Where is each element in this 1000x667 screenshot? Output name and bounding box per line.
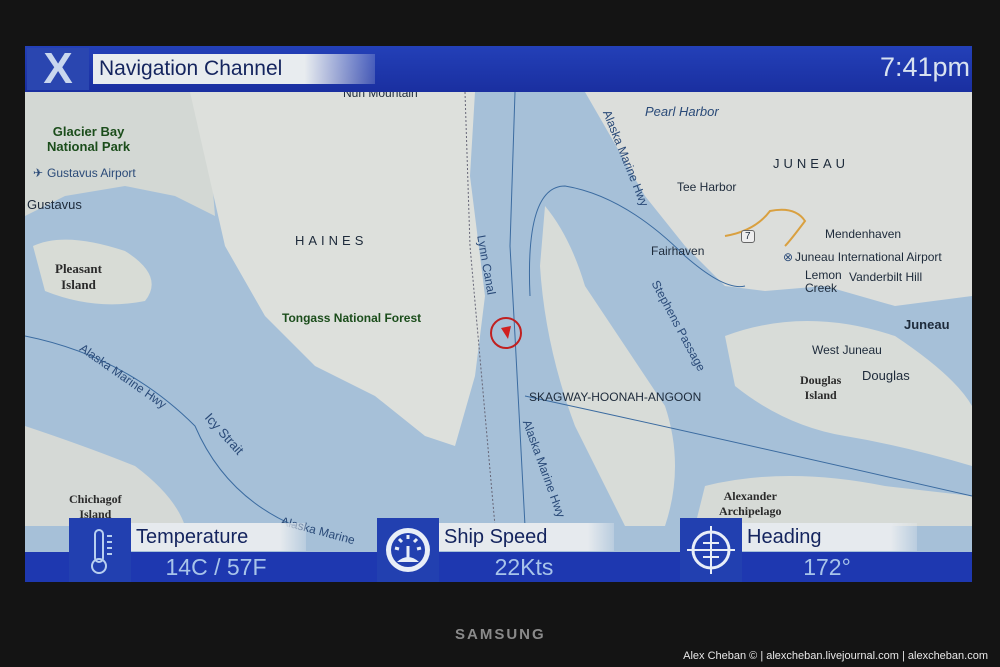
heading-value: 172° (803, 554, 851, 580)
thermometer-icon (69, 518, 131, 582)
map-label: Gustavus (27, 197, 82, 212)
speed-value: 22Kts (494, 554, 554, 580)
map-label: Vanderbilt Hill (849, 270, 923, 284)
tv-screen: Nun Mountain Glacier Bay National Park ✈… (25, 46, 972, 582)
map-label: Gustavus Airport (47, 166, 136, 180)
route-7-shield: 7 (741, 230, 755, 243)
map-label: Lemon Creek (805, 268, 842, 295)
airport-icon: ⊗ (783, 250, 794, 264)
map-label: Glacier Bay National Park (47, 124, 131, 154)
map-label: Tongass National Forest (282, 311, 422, 325)
map-label: Pearl Harbor (645, 104, 719, 119)
photo-credit: Alex Cheban © | alexcheban.livejournal.c… (683, 650, 988, 662)
map-label: Juneau International Airport (795, 250, 942, 264)
title-box: Navigation Channel (93, 54, 375, 84)
map-label: Douglas Island (800, 373, 842, 402)
map-label: Douglas (862, 368, 910, 383)
header-bar: X Navigation Channel 7:41pm (25, 46, 972, 92)
crosshair-icon (680, 518, 742, 582)
map-label: Mendenhaven (825, 227, 902, 241)
airport-icon: ✈ (33, 166, 44, 180)
speedometer-icon (377, 518, 439, 582)
map-label: Alexander Archipelago (719, 489, 782, 518)
map-label: SKAGWAY-HOONAH-ANGOON (529, 390, 702, 404)
nautical-map[interactable] (25, 46, 972, 582)
tv-brand-logo: SAMSUNG (455, 626, 546, 643)
map-label: HAINES (295, 233, 368, 248)
temperature-label: Temperature (131, 523, 306, 551)
map-label: Tee Harbor (677, 180, 737, 194)
temperature-value: 14C / 57F (165, 554, 267, 580)
map-label: Juneau (904, 317, 950, 332)
map-label: Fairhaven (651, 244, 705, 258)
map-label: JUNEAU (773, 156, 850, 171)
clock: 7:41pm (879, 52, 970, 82)
speed-label: Ship Speed (439, 523, 614, 551)
channel-logo: X (27, 47, 89, 91)
map-label: West Juneau (812, 343, 882, 357)
map-label: Pleasant Island (55, 261, 102, 292)
heading-label: Heading (742, 523, 917, 551)
page-title: Navigation Channel (99, 57, 283, 80)
